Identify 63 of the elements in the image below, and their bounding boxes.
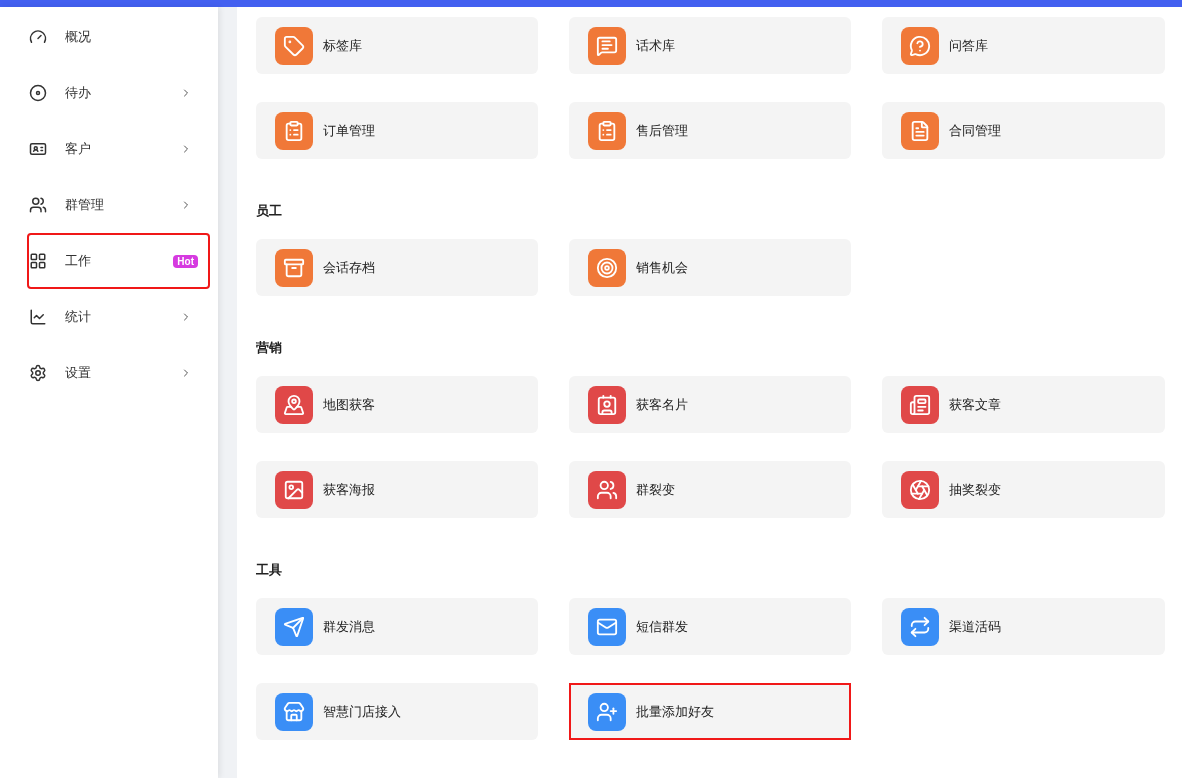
feature-label: 群裂变: [636, 480, 675, 499]
feature-label: 地图获客: [323, 395, 375, 414]
feature-card[interactable]: 会话存档: [256, 239, 538, 296]
feature-label: 获客名片: [636, 395, 688, 414]
feature-card[interactable]: 渠道活码: [882, 598, 1165, 655]
feature-label: 智慧门店接入: [323, 702, 401, 721]
feature-card[interactable]: 销售机会: [569, 239, 851, 296]
line-chart-icon: [29, 308, 47, 326]
feature-label: 短信群发: [636, 617, 688, 636]
sidebar-item[interactable]: 统计: [27, 289, 210, 345]
users-icon: [29, 196, 47, 214]
sidebar-item[interactable]: 设置: [27, 345, 210, 401]
settings-icon: [29, 364, 47, 382]
feature-card[interactable]: 智慧门店接入: [256, 683, 538, 740]
disc-icon: [29, 84, 47, 102]
sidebar-item[interactable]: 工作 Hot: [27, 233, 210, 289]
feature-card[interactable]: 话术库: [569, 17, 851, 74]
sidebar-label: 客户: [65, 140, 92, 159]
feature-label: 销售机会: [636, 258, 688, 277]
sidebar-item[interactable]: 概况: [27, 9, 210, 65]
feature-label: 会话存档: [323, 258, 375, 277]
feature-label: 标签库: [323, 36, 362, 55]
sidebar-label: 待办: [65, 84, 92, 103]
grid-icon: [29, 252, 47, 270]
feature-card[interactable]: 问答库: [882, 17, 1165, 74]
sidebar-label: 群管理: [65, 196, 105, 215]
feature-card[interactable]: 群裂变: [569, 461, 851, 518]
section-title: 营销: [256, 339, 283, 357]
feature-card[interactable]: 获客文章: [882, 376, 1165, 433]
sidebar-label: 设置: [65, 364, 92, 383]
feature-card[interactable]: 群发消息: [256, 598, 538, 655]
feature-label: 订单管理: [323, 121, 375, 140]
sidebar-label: 统计: [65, 308, 92, 327]
feature-card[interactable]: 获客名片: [569, 376, 851, 433]
feature-card[interactable]: 抽奖裂变: [882, 461, 1165, 518]
feature-label: 获客海报: [323, 480, 375, 499]
feature-label: 话术库: [636, 36, 675, 55]
feature-label: 问答库: [949, 36, 988, 55]
feature-card[interactable]: 标签库: [256, 17, 538, 74]
id-card-icon: [29, 140, 47, 158]
sidebar-item[interactable]: 待办: [27, 65, 210, 121]
sidebar-label: 工作: [65, 252, 92, 271]
gauge-icon: [29, 28, 47, 46]
sidebar-item[interactable]: 客户: [27, 121, 210, 177]
sidebar-item[interactable]: 群管理: [27, 177, 210, 233]
feature-card[interactable]: 批量添加好友: [569, 683, 851, 740]
feature-card[interactable]: 获客海报: [256, 461, 538, 518]
feature-label: 抽奖裂变: [949, 480, 1001, 499]
feature-card[interactable]: 售后管理: [569, 102, 851, 159]
feature-label: 群发消息: [323, 617, 375, 636]
feature-label: 渠道活码: [949, 617, 1001, 636]
sidebar-label: 概况: [65, 28, 92, 47]
feature-card[interactable]: 地图获客: [256, 376, 538, 433]
feature-label: 合同管理: [949, 121, 1001, 140]
section-title: 员工: [256, 202, 283, 220]
feature-label: 售后管理: [636, 121, 688, 140]
hot-badge: Hot: [173, 254, 198, 268]
feature-label: 获客文章: [949, 395, 1001, 414]
feature-card[interactable]: 短信群发: [569, 598, 851, 655]
feature-label: 批量添加好友: [636, 702, 714, 721]
section-title: 工具: [256, 561, 283, 579]
feature-card[interactable]: 合同管理: [882, 102, 1165, 159]
feature-card[interactable]: 订单管理: [256, 102, 538, 159]
